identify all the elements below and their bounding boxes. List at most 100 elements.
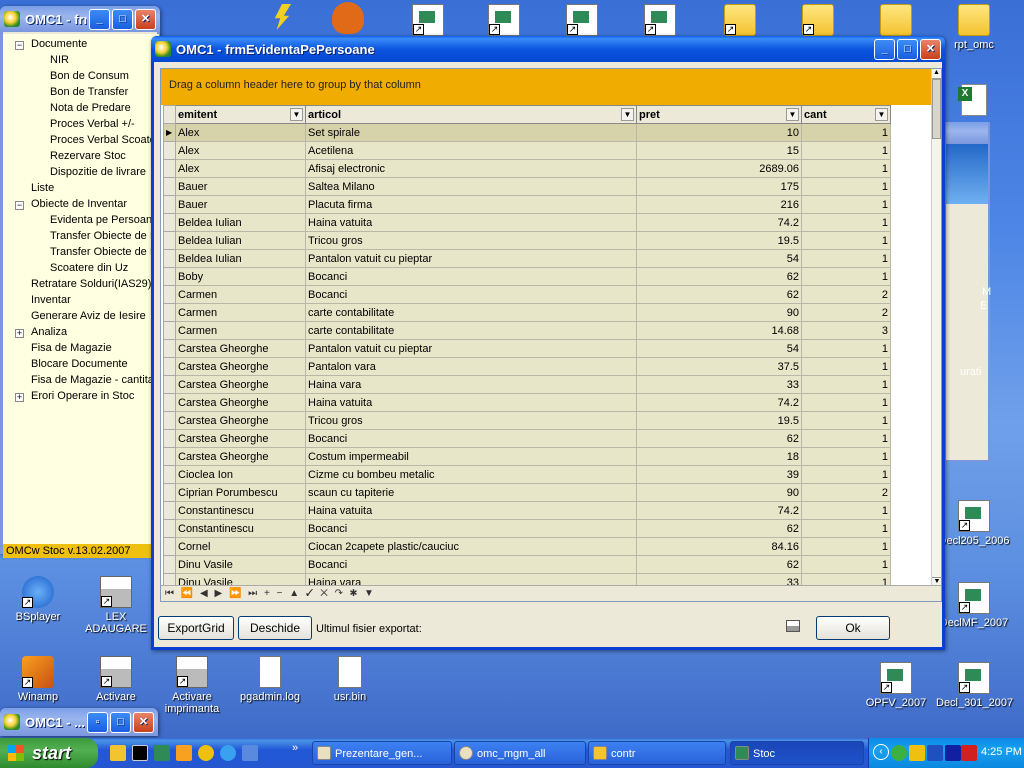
grid-cell-articol[interactable]: Bocanci — [305, 267, 637, 286]
grid-cell-emitent[interactable]: Dinu Vasile — [175, 555, 306, 574]
desktop-icon-pgadmin-log[interactable]: pgadmin.log — [232, 656, 308, 703]
minimized-window-titlebar[interactable]: OMC1 - ... ▫ □ ✕ — [0, 708, 158, 736]
minimize-button[interactable]: _ — [89, 8, 110, 30]
column-filter-dropdown-icon[interactable]: ▼ — [290, 108, 303, 121]
table-row[interactable]: ▶ Alex Set spirale 10 1 — [163, 123, 891, 142]
desktop-icon-flag4[interactable]: ↗ — [622, 4, 698, 39]
column-header-3[interactable]: cant ▼ — [801, 105, 891, 124]
grid-cell-articol[interactable]: Placuta firma — [305, 195, 637, 214]
grid-cell-pret[interactable]: 216 — [636, 195, 802, 214]
grid-cell-pret[interactable]: 90 — [636, 303, 802, 322]
tree-item[interactable]: Transfer Obiecte de In — [50, 246, 159, 258]
grid-cell-emitent[interactable]: Alex — [175, 123, 306, 142]
tree-item[interactable]: NIR — [50, 54, 69, 66]
table-row[interactable]: Carstea Gheorghe Haina vatuita 74.2 1 — [163, 393, 891, 412]
quicklaunch-ie-icon[interactable] — [220, 745, 236, 761]
row-indicator[interactable] — [163, 537, 176, 556]
grid-cell-emitent[interactable]: Carstea Gheorghe — [175, 411, 306, 430]
grid-cell-articol[interactable]: Bocanci — [305, 285, 637, 304]
table-row[interactable]: Carstea Gheorghe Costum impermeabil 18 1 — [163, 447, 891, 466]
desktop-icon-usr-bin[interactable]: usr.bin — [312, 656, 388, 703]
tray-expand-icon[interactable]: ‹ — [873, 744, 889, 760]
grid-cell-emitent[interactable]: Cornel — [175, 537, 306, 556]
data-grid[interactable]: Drag a column header here to group by th… — [160, 68, 942, 602]
desktop-icon-flag3[interactable]: ↗ — [544, 4, 620, 39]
tree-item[interactable]: Rezervare Stoc — [50, 150, 126, 162]
row-indicator[interactable] — [163, 231, 176, 250]
tree-item[interactable]: Blocare Documente — [31, 358, 128, 370]
grid-cell-cant[interactable]: 1 — [801, 357, 891, 376]
vertical-scrollbar[interactable]: ▲ ▼ — [931, 69, 942, 587]
tree-item[interactable]: Inventar — [31, 294, 71, 306]
grid-cell-articol[interactable]: Pantalon vara — [305, 357, 637, 376]
grid-cell-cant[interactable]: 1 — [801, 339, 891, 358]
row-indicator[interactable] — [163, 501, 176, 520]
system-tray[interactable]: ‹ 4:25 PM — [868, 738, 1024, 768]
row-indicator[interactable] — [163, 555, 176, 574]
tree-item[interactable]: Evidenta pe Persoane — [50, 214, 158, 226]
table-row[interactable]: Beldea Iulian Haina vatuita 74.2 1 — [163, 213, 891, 232]
start-button[interactable]: start — [0, 738, 98, 768]
grid-cell-pret[interactable]: 39 — [636, 465, 802, 484]
grid-cell-articol[interactable]: Tricou gros — [305, 411, 637, 430]
grid-cell-articol[interactable]: Pantalon vatuit cu pieptar — [305, 339, 637, 358]
table-row[interactable]: Cornel Ciocan 2capete plastic/cauciuc 84.1… — [163, 537, 891, 556]
grid-cell-cant[interactable]: 1 — [801, 375, 891, 394]
grid-cell-articol[interactable]: Bocanci — [305, 429, 637, 448]
tree-item[interactable]: Fisa de Magazie — [31, 342, 112, 354]
desktop-icon-shortcut[interactable] — [244, 4, 320, 33]
taskbar-button-omc-mgm-all[interactable]: omc_mgm_all — [454, 741, 586, 765]
taskbar[interactable]: start » Prezentare_gen... omc_mgm_all co… — [0, 738, 1024, 768]
table-row[interactable]: Alex Afisaj electronic 2689.06 1 — [163, 159, 891, 178]
desktop-icon-opfv[interactable]: ↗ OPFV_2007 — [858, 662, 934, 709]
grid-cell-pret[interactable]: 54 — [636, 339, 802, 358]
quicklaunch-cmd-icon[interactable] — [132, 745, 148, 761]
grid-cell-pret[interactable]: 175 — [636, 177, 802, 196]
table-row[interactable]: Carstea Gheorghe Pantalon vatuit cu piept… — [163, 339, 891, 358]
grid-cell-cant[interactable]: 1 — [801, 501, 891, 520]
tree-expander-icon[interactable]: + — [15, 329, 24, 338]
row-indicator[interactable] — [163, 483, 176, 502]
row-indicator[interactable] — [163, 339, 176, 358]
column-header-1[interactable]: articol ▼ — [305, 105, 637, 124]
grid-cell-emitent[interactable]: Beldea Iulian — [175, 231, 306, 250]
desktop-icon-flag2[interactable]: ↗ — [466, 4, 542, 39]
grid-cell-cant[interactable]: 1 — [801, 393, 891, 412]
grid-cell-cant[interactable]: 1 — [801, 249, 891, 268]
grid-cell-emitent[interactable]: Carstea Gheorghe — [175, 375, 306, 394]
grid-cell-emitent[interactable]: Alex — [175, 159, 306, 178]
grid-cell-emitent[interactable]: Carmen — [175, 285, 306, 304]
grid-cell-cant[interactable]: 2 — [801, 303, 891, 322]
table-row[interactable]: Beldea Iulian Tricou gros 19.5 1 — [163, 231, 891, 250]
export-grid-button[interactable]: ExportGrid — [158, 616, 234, 640]
table-row[interactable]: Carstea Gheorghe Tricou gros 19.5 1 — [163, 411, 891, 430]
tree-item[interactable]: Proces Verbal Scoatere — [50, 134, 159, 146]
table-row[interactable]: Carstea Gheorghe Haina vara 33 1 — [163, 375, 891, 394]
row-indicator[interactable] — [163, 285, 176, 304]
ok-button[interactable]: Ok — [816, 616, 890, 640]
grid-cell-pret[interactable]: 62 — [636, 429, 802, 448]
row-indicator[interactable] — [163, 177, 176, 196]
grid-cell-articol[interactable]: Pantalon vatuit cu pieptar — [305, 249, 637, 268]
table-row[interactable]: Constantinescu Bocanci 62 1 — [163, 519, 891, 538]
tree-expander-icon[interactable]: − — [15, 201, 24, 210]
grid-cell-pret[interactable]: 15 — [636, 141, 802, 160]
grid-cell-pret[interactable]: 19.5 — [636, 231, 802, 250]
column-header-0[interactable]: emitent ▼ — [175, 105, 306, 124]
tree-item[interactable]: Erori Operare in Stoc — [31, 390, 134, 402]
scroll-up-arrow[interactable]: ▲ — [932, 69, 941, 79]
grid-cell-emitent[interactable]: Carstea Gheorghe — [175, 357, 306, 376]
tree-item[interactable]: Transfer Obiecte de In — [50, 230, 159, 242]
row-indicator[interactable] — [163, 195, 176, 214]
column-header-2[interactable]: pret ▼ — [636, 105, 802, 124]
table-row[interactable]: Carmen carte contabilitate 90 2 — [163, 303, 891, 322]
row-indicator[interactable] — [163, 213, 176, 232]
grid-cell-cant[interactable]: 1 — [801, 267, 891, 286]
grid-cell-cant[interactable]: 2 — [801, 483, 891, 502]
grid-cell-articol[interactable]: Bocanci — [305, 519, 637, 538]
tray-antivirus-icon[interactable] — [961, 745, 977, 761]
table-row[interactable]: Carmen carte contabilitate 14.68 3 — [163, 321, 891, 340]
grid-cell-articol[interactable]: Acetilena — [305, 141, 637, 160]
taskbar-button-stoc[interactable]: Stoc — [730, 741, 864, 765]
grid-window[interactable]: OMC1 - frmEvidentaPePersoane _ □ ✕ Drag … — [151, 36, 945, 650]
